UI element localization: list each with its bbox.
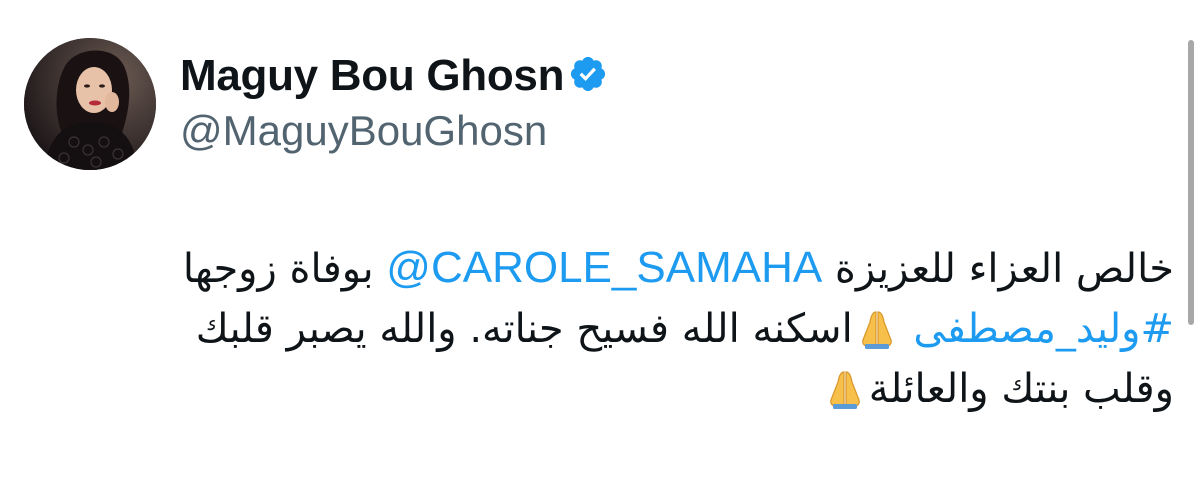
tweet-text: خالص العزاء للعزيزة @CAROLE_SAMAHA بوفاة… [44,238,1174,419]
tweet-text-line3: وقلب بنتك والعائلة [868,366,1174,412]
tweet-card: Maguy Bou Ghosn @MaguyBouGhosn خالص العز… [0,0,1200,488]
avatar[interactable] [24,38,156,170]
tweet-text-line1-prefix: خالص العزاء للعزيزة [822,246,1174,292]
scrollbar[interactable] [1188,40,1194,325]
folded-hands-emoji-icon [855,306,899,350]
display-name[interactable]: Maguy Bou Ghosn [180,50,564,102]
user-handle[interactable]: @MaguyBouGhosn [180,106,547,156]
tweet-text-line2: اسكنه الله فسيح جناته. والله يصبر قلبك [195,306,853,352]
mention-link[interactable]: @CAROLE_SAMAHA [386,243,822,292]
verified-badge-icon [568,54,608,94]
folded-hands-emoji-icon [823,366,867,410]
avatar-photo [24,38,156,170]
tweet-text-line1-suffix: بوفاة زوجها [182,246,387,292]
hashtag-link[interactable]: #وليد_مصطفى [913,306,1174,352]
